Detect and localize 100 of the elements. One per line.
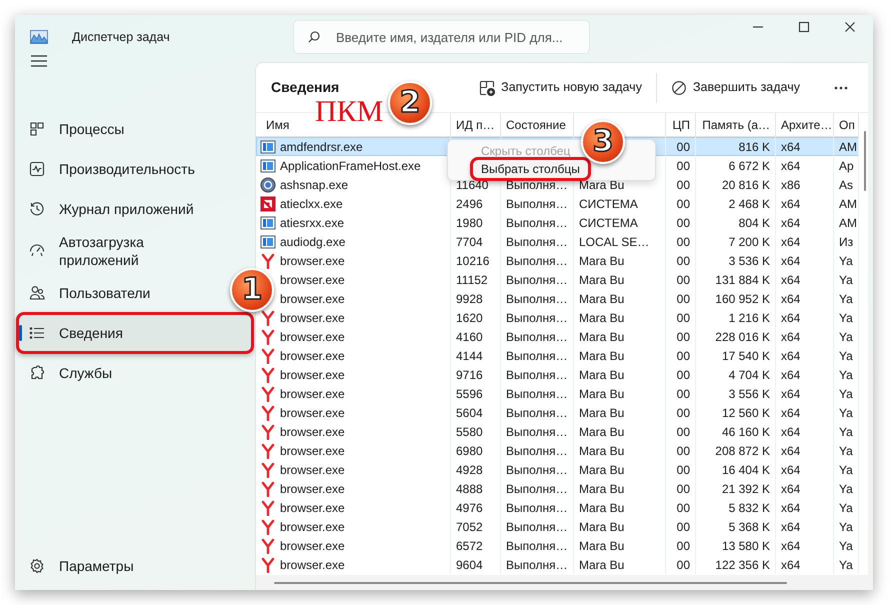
process-name: browser.exe <box>280 538 345 554</box>
table-cell-text: Mara Bu <box>579 404 624 422</box>
table-cell-text: 17 540 K <box>722 348 770 364</box>
table-cell-text: 7704 <box>456 234 483 250</box>
table-cell-text: Ya <box>839 252 853 270</box>
table-cell-text: Mara Bu <box>579 290 624 308</box>
table-cell-text: x64 <box>781 404 800 422</box>
table-cell-text: x64 <box>781 500 800 516</box>
table-cell-text: 00 <box>676 386 690 402</box>
table-cell-text: 5604 <box>456 404 483 422</box>
table-cell-text: Mara Bu <box>579 176 624 194</box>
table-cell-text: Выполня… <box>506 538 568 554</box>
table-cell-text: 00 <box>676 442 690 460</box>
table-cell-text: 9928 <box>456 290 483 308</box>
table-cell-text: 11640 <box>456 176 488 194</box>
table-cell-text: Ya <box>839 366 853 384</box>
process-name: browser.exe <box>280 480 345 498</box>
table-cell-text: x86 <box>781 176 800 194</box>
table-cell-text: 00 <box>676 214 690 232</box>
process-name: amdfendrsr.exe <box>280 138 363 156</box>
table-cell-text: Mara Bu <box>579 386 624 402</box>
table-cell-text: 131 884 K <box>715 272 770 288</box>
table-cell-text: x64 <box>781 214 800 232</box>
table-cell-text: 11152 <box>456 272 488 288</box>
table-cell-text: Выполня… <box>506 328 568 346</box>
table-cell-text: Выполня… <box>506 214 568 232</box>
table-cell-text: Выполня… <box>506 176 568 194</box>
table-cell-text: Выполня… <box>506 272 568 288</box>
table-cell-text: 00 <box>676 518 690 536</box>
table-cell-text: 00 <box>676 272 690 288</box>
table-cell-text: x64 <box>781 252 800 270</box>
table-cell-text: Выполня… <box>506 366 568 384</box>
table-cell-text: Выполня… <box>506 196 568 212</box>
table-cell-text: Выполня… <box>506 290 568 308</box>
table-cell-text: Ap <box>839 158 854 174</box>
table-cell-text: Выполня… <box>506 556 568 574</box>
table-cell-text: Ya <box>839 272 853 288</box>
table-cell-text: Выполня… <box>506 518 568 536</box>
process-name: browser.exe <box>280 310 345 326</box>
process-name: browser.exe <box>280 386 345 402</box>
process-name: browser.exe <box>280 366 345 384</box>
table-cell-text: x64 <box>781 234 800 250</box>
table-cell-text: Ya <box>839 290 853 308</box>
table-cell-text: 7052 <box>456 518 483 536</box>
process-name: browser.exe <box>280 518 345 536</box>
table-cell-text: 160 952 K <box>715 290 770 308</box>
process-name: atieclxx.exe <box>280 196 343 212</box>
table-cell-text: Mara Bu <box>579 310 624 326</box>
process-name: browser.exe <box>280 328 345 346</box>
table-cell-text: Ya <box>839 424 853 440</box>
page-title: Сведения <box>271 78 340 97</box>
table-cell-text: x64 <box>781 556 800 574</box>
process-name: browser.exe <box>280 252 345 270</box>
process-name: browser.exe <box>280 290 345 308</box>
table-cell-text: x64 <box>781 366 800 384</box>
table-cell-text: 2496 <box>456 196 483 212</box>
table-cell-text: AM <box>839 196 857 212</box>
table-cell-text: 10216 <box>456 252 490 270</box>
table-cell-text: Mara Bu <box>579 348 624 364</box>
table-cell-text: 122 356 K <box>715 556 770 574</box>
table-cell-text: x64 <box>781 462 800 478</box>
table-cell-text: 4160 <box>456 328 483 346</box>
table-cell-text: 5596 <box>456 386 483 402</box>
table-cell-text: x64 <box>781 386 800 402</box>
table-cell-text: 00 <box>676 404 690 422</box>
table-cell-text: 00 <box>676 290 690 308</box>
process-name: browser.exe <box>280 442 345 460</box>
process-name: browser.exe <box>280 404 345 422</box>
table-cell-text: 5580 <box>456 424 483 440</box>
table-cell-text: As <box>839 176 854 194</box>
table-cell-text: 12 560 K <box>722 404 770 422</box>
table-cell-text: Ya <box>839 310 853 326</box>
table-cell-text: Mara Bu <box>579 500 624 516</box>
table-cell-text: Mara Bu <box>579 462 624 478</box>
table-cell-text: Выполня… <box>506 234 568 250</box>
table-cell-text: Выполня… <box>506 480 568 498</box>
table-cell-text: 228 016 K <box>715 328 770 346</box>
table-cell-text: 00 <box>676 556 690 574</box>
table-cell-text: 00 <box>676 366 690 384</box>
table-cell-text: Ya <box>839 500 853 516</box>
process-name: browser.exe <box>280 424 345 440</box>
table-cell-text: 1 216 K <box>728 310 770 326</box>
table-cell-text: x64 <box>781 158 800 174</box>
table-cell-text: Mara Bu <box>579 272 624 288</box>
table-cell-text: Mara Bu <box>579 252 624 270</box>
table-cell-text: Ya <box>839 442 853 460</box>
table-cell-text: 00 <box>676 176 690 194</box>
table-cell-text: 46 160 K <box>722 424 770 440</box>
table-cell-text: Mara Bu <box>579 538 624 554</box>
table-cell-text: x64 <box>781 310 800 326</box>
table-cell-text: x64 <box>781 290 800 308</box>
table-cell-text: Ya <box>839 538 853 554</box>
table-cell-text: 6572 <box>456 538 483 554</box>
table-cell-text: Ya <box>839 328 853 346</box>
table-cell-text: 2 468 K <box>728 196 770 212</box>
table-cell-text: 816 K <box>738 138 770 156</box>
table-cell-text: 1620 <box>456 310 483 326</box>
table-cell-text: Выполня… <box>506 424 568 440</box>
table-cell-text: 00 <box>676 310 690 326</box>
table-cell-text: 4976 <box>456 500 483 516</box>
